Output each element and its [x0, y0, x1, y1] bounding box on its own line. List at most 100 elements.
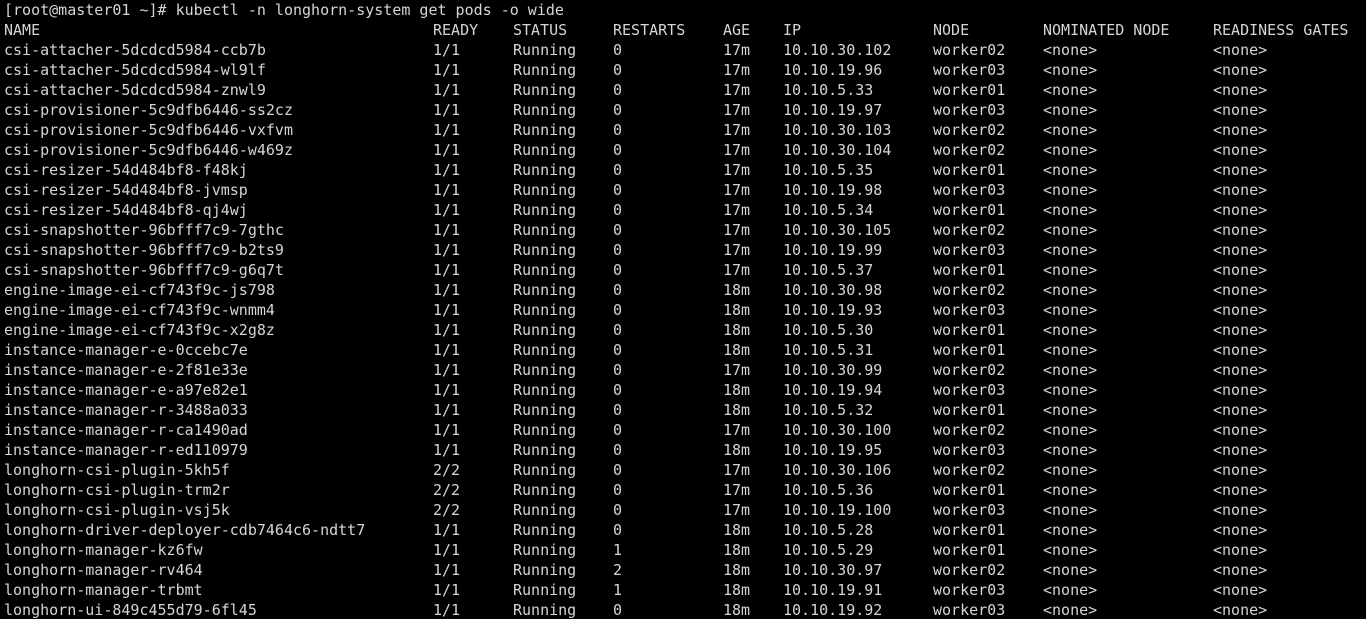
cell-nominated-node: <none> [1043, 561, 1098, 579]
cell-status: Running [513, 461, 577, 479]
cell-status: Running [513, 81, 577, 99]
table-row: longhorn-csi-plugin-trm2r 2/2 Running 0 17m 1… [4, 480, 1366, 500]
table-row: csi-attacher-5dcdcd5984-wl9lf 1/1 Running 0… [4, 60, 1366, 80]
cell-ip: 10.10.19.97 [783, 101, 883, 119]
cell-restarts: 1 [613, 541, 623, 559]
cell-age: 18m [723, 341, 751, 359]
cell-node: worker01 [933, 521, 1006, 539]
cell-ready: 2/2 [433, 461, 461, 479]
cell-nominated-node: <none> [1043, 481, 1098, 499]
cell-name: csi-attacher-5dcdcd5984-wl9lf [4, 61, 266, 79]
header-ready: READY [433, 21, 479, 39]
cell-ready: 1/1 [433, 261, 461, 279]
cell-restarts: 0 [613, 321, 623, 339]
cell-node: worker03 [933, 61, 1006, 79]
cell-nominated-node: <none> [1043, 61, 1098, 79]
cell-ip: 10.10.19.95 [783, 441, 883, 459]
table-row: longhorn-csi-plugin-5kh5f 2/2 Running 0 17m 1… [4, 460, 1366, 480]
cell-node: worker03 [933, 101, 1006, 119]
cell-node: worker03 [933, 381, 1006, 399]
table-header: NAME READY STATUS RESTARTS AGE IP NODE N… [4, 20, 1366, 40]
cell-age: 18m [723, 581, 751, 599]
cell-name: csi-snapshotter-96bfff7c9-b2ts9 [4, 241, 284, 259]
table-row: csi-attacher-5dcdcd5984-ccb7b 1/1 Running 0… [4, 40, 1366, 60]
cell-ready: 1/1 [433, 301, 461, 319]
header-readiness-gates: READINESS GATES [1213, 21, 1349, 39]
cell-ip: 10.10.19.93 [783, 301, 883, 319]
cell-node: worker01 [933, 261, 1006, 279]
cell-restarts: 1 [613, 581, 623, 599]
cell-nominated-node: <none> [1043, 381, 1098, 399]
cell-ready: 1/1 [433, 41, 461, 59]
cell-name: csi-resizer-54d484bf8-jvmsp [4, 181, 248, 199]
cell-ip: 10.10.5.31 [783, 341, 874, 359]
cell-status: Running [513, 341, 577, 359]
cell-ready: 1/1 [433, 101, 461, 119]
cell-nominated-node: <none> [1043, 241, 1098, 259]
table-row: instance-manager-r-3488a033 1/1 Running 0 18… [4, 400, 1366, 420]
cell-node: worker01 [933, 201, 1006, 219]
table-row: instance-manager-e-0ccebc7e 1/1 Running 0 18… [4, 340, 1366, 360]
cell-restarts: 0 [613, 241, 623, 259]
table-row: csi-provisioner-5c9dfb6446-ss2cz 1/1 Runni… [4, 100, 1366, 120]
command-prompt: [root@master01 ~]# kubectl -n longhorn-s… [4, 1, 564, 19]
cell-status: Running [513, 281, 577, 299]
cell-node: worker01 [933, 541, 1006, 559]
cell-readiness-gates: <none> [1213, 201, 1268, 219]
cell-readiness-gates: <none> [1213, 501, 1268, 519]
cell-ip: 10.10.19.98 [783, 181, 883, 199]
cell-age: 17m [723, 81, 751, 99]
cell-ip: 10.10.19.92 [783, 601, 883, 619]
cell-age: 17m [723, 361, 751, 379]
cell-nominated-node: <none> [1043, 601, 1098, 619]
cell-status: Running [513, 581, 577, 599]
cell-status: Running [513, 521, 577, 539]
header-age: AGE [723, 21, 751, 39]
cell-readiness-gates: <none> [1213, 421, 1268, 439]
cell-status: Running [513, 101, 577, 119]
cell-nominated-node: <none> [1043, 361, 1098, 379]
cell-node: worker03 [933, 181, 1006, 199]
cell-ip: 10.10.30.104 [783, 141, 892, 159]
cell-age: 18m [723, 441, 751, 459]
cell-ready: 1/1 [433, 561, 461, 579]
cell-ready: 1/1 [433, 541, 461, 559]
cell-ready: 1/1 [433, 141, 461, 159]
cell-name: instance-manager-e-0ccebc7e [4, 341, 248, 359]
cell-name: csi-provisioner-5c9dfb6446-vxfvm [4, 121, 293, 139]
cell-ready: 1/1 [433, 121, 461, 139]
cell-status: Running [513, 501, 577, 519]
table-row: instance-manager-r-ca1490ad 1/1 Running 0 17… [4, 420, 1366, 440]
cell-name: longhorn-csi-plugin-trm2r [4, 481, 230, 499]
cell-readiness-gates: <none> [1213, 161, 1268, 179]
cell-nominated-node: <none> [1043, 261, 1098, 279]
cell-age: 17m [723, 501, 751, 519]
cell-ready: 2/2 [433, 501, 461, 519]
cell-status: Running [513, 481, 577, 499]
cell-ready: 1/1 [433, 381, 461, 399]
table-row: instance-manager-e-a97e82e1 1/1 Running 0 18… [4, 380, 1366, 400]
header-ip: IP [783, 21, 802, 39]
cell-ready: 2/2 [433, 481, 461, 499]
terminal-window[interactable]: [root@master01 ~]# kubectl -n longhorn-s… [0, 0, 1366, 619]
cell-status: Running [513, 181, 577, 199]
cell-restarts: 0 [613, 81, 623, 99]
cell-node: worker03 [933, 441, 1006, 459]
cell-readiness-gates: <none> [1213, 281, 1268, 299]
cell-age: 18m [723, 521, 751, 539]
cell-node: worker02 [933, 421, 1006, 439]
cell-nominated-node: <none> [1043, 121, 1098, 139]
cell-ip: 10.10.30.98 [783, 281, 883, 299]
table-row: csi-resizer-54d484bf8-qj4wj 1/1 Running 0 17… [4, 200, 1366, 220]
cell-restarts: 0 [613, 41, 623, 59]
cell-node: worker02 [933, 461, 1006, 479]
header-nominated-node: NOMINATED NODE [1043, 21, 1170, 39]
cell-restarts: 0 [613, 401, 623, 419]
cell-name: longhorn-csi-plugin-vsj5k [4, 501, 230, 519]
cell-ready: 1/1 [433, 241, 461, 259]
cell-restarts: 0 [613, 121, 623, 139]
cell-node: worker01 [933, 321, 1006, 339]
cell-ip: 10.10.19.94 [783, 381, 883, 399]
cell-readiness-gates: <none> [1213, 361, 1268, 379]
cell-readiness-gates: <none> [1213, 81, 1268, 99]
